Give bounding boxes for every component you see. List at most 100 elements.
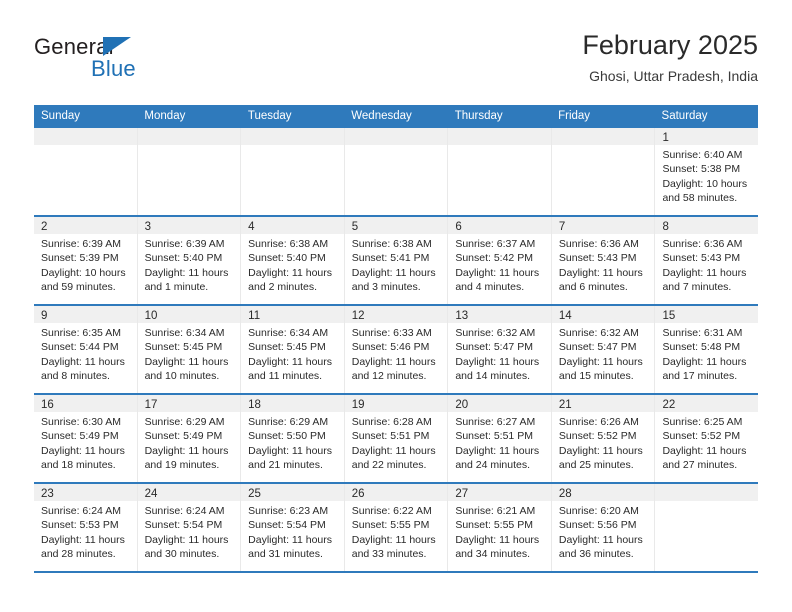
day-detail-line: Daylight: 11 hours <box>558 355 643 368</box>
day-details: Sunrise: 6:25 AM Sunset: 5:52 PM Daylight:… <box>655 412 758 472</box>
day-cell-3[interactable]: 3 Sunrise: 6:39 AM Sunset: 5:40 PM Daylight… <box>137 217 242 304</box>
day-detail-line: Daylight: 11 hours <box>351 355 436 368</box>
day-details <box>448 145 551 148</box>
day-number: 20 <box>455 399 469 411</box>
day-detail-line: and 7 minutes. <box>662 280 732 293</box>
day-details: Sunrise: 6:26 AM Sunset: 5:52 PM Daylight:… <box>552 412 655 472</box>
day-number: 1 <box>662 132 669 144</box>
day-cell-22[interactable]: 22 Sunrise: 6:25 AM Sunset: 5:52 PM Dayligh… <box>655 395 759 482</box>
day-detail-line: Daylight: 11 hours <box>144 444 229 457</box>
day-cell-7[interactable]: 7 Sunrise: 6:36 AM Sunset: 5:43 PM Daylight… <box>551 217 656 304</box>
day-cell-15[interactable]: 15 Sunrise: 6:31 AM Sunset: 5:48 PM Dayligh… <box>655 306 759 393</box>
day-details: Sunrise: 6:32 AM Sunset: 5:47 PM Daylight:… <box>552 323 655 383</box>
day-cell-9[interactable]: 9 Sunrise: 6:35 AM Sunset: 5:44 PM Daylight… <box>34 306 138 393</box>
day-details: Sunrise: 6:23 AM Sunset: 5:54 PM Daylight:… <box>241 501 344 561</box>
day-number-band: 19 <box>344 395 448 412</box>
day-detail-line: Sunset: 5:55 PM <box>455 519 533 532</box>
day-detail-line: Sunset: 5:42 PM <box>455 252 533 265</box>
day-cell-14[interactable]: 14 Sunrise: 6:32 AM Sunset: 5:47 PM Dayligh… <box>551 306 656 393</box>
day-details: Sunrise: 6:31 AM Sunset: 5:48 PM Daylight:… <box>655 323 758 383</box>
day-number: 19 <box>351 399 365 411</box>
day-details: Sunrise: 6:29 AM Sunset: 5:49 PM Daylight:… <box>138 412 241 472</box>
day-cell-empty <box>551 128 656 215</box>
day-number-band: 21 <box>551 395 655 412</box>
day-cell-1[interactable]: 1 Sunrise: 6:40 AM Sunset: 5:38 PM Daylight… <box>655 128 759 215</box>
day-cell-6[interactable]: 6 Sunrise: 6:37 AM Sunset: 5:42 PM Daylight… <box>448 217 552 304</box>
day-cell-23[interactable]: 23 Sunrise: 6:24 AM Sunset: 5:53 PM Dayligh… <box>34 484 138 571</box>
day-number: 2 <box>41 221 48 233</box>
day-detail-line: Sunset: 5:47 PM <box>455 341 533 354</box>
day-cell-27[interactable]: 27 Sunrise: 6:21 AM Sunset: 5:55 PM Dayligh… <box>448 484 552 571</box>
day-details: Sunrise: 6:32 AM Sunset: 5:47 PM Daylight:… <box>448 323 551 383</box>
day-number: 14 <box>558 310 572 322</box>
day-cell-19[interactable]: 19 Sunrise: 6:28 AM Sunset: 5:51 PM Dayligh… <box>344 395 449 482</box>
weekday-header-sunday: Sunday <box>41 110 81 122</box>
day-number-band: 12 <box>344 306 448 323</box>
day-detail-line: and 58 minutes. <box>662 191 738 204</box>
day-number-band: 24 <box>137 484 241 501</box>
day-detail-line: Sunset: 5:54 PM <box>248 519 326 532</box>
weekday-header-tuesday: Tuesday <box>247 110 292 122</box>
day-cell-8[interactable]: 8 Sunrise: 6:36 AM Sunset: 5:43 PM Daylight… <box>655 217 759 304</box>
day-cell-empty <box>137 128 242 215</box>
day-cell-2[interactable]: 2 Sunrise: 6:39 AM Sunset: 5:39 PM Daylight… <box>34 217 138 304</box>
day-number: 15 <box>662 310 676 322</box>
day-detail-line: Sunrise: 6:24 AM <box>41 505 121 517</box>
day-number-band: 18 <box>241 395 344 412</box>
day-cell-25[interactable]: 25 Sunrise: 6:23 AM Sunset: 5:54 PM Dayligh… <box>241 484 345 571</box>
day-cell-26[interactable]: 26 Sunrise: 6:22 AM Sunset: 5:55 PM Dayligh… <box>344 484 449 571</box>
day-cell-10[interactable]: 10 Sunrise: 6:34 AM Sunset: 5:45 PM Dayligh… <box>137 306 242 393</box>
day-cell-28[interactable]: 28 Sunrise: 6:20 AM Sunset: 5:56 PM Dayligh… <box>551 484 656 571</box>
day-detail-line: Sunrise: 6:29 AM <box>144 416 225 428</box>
day-cell-16[interactable]: 16 Sunrise: 6:30 AM Sunset: 5:49 PM Dayligh… <box>34 395 138 482</box>
day-cell-24[interactable]: 24 Sunrise: 6:24 AM Sunset: 5:54 PM Dayligh… <box>137 484 242 571</box>
day-cell-4[interactable]: 4 Sunrise: 6:38 AM Sunset: 5:40 PM Daylight… <box>241 217 345 304</box>
day-cell-21[interactable]: 21 Sunrise: 6:26 AM Sunset: 5:52 PM Dayligh… <box>551 395 656 482</box>
day-cell-11[interactable]: 11 Sunrise: 6:34 AM Sunset: 5:45 PM Dayligh… <box>241 306 345 393</box>
day-detail-line: Sunset: 5:54 PM <box>144 519 223 532</box>
day-cell-empty <box>655 484 759 571</box>
day-detail-line: and 33 minutes. <box>351 547 427 560</box>
day-number-band: 8 <box>655 217 759 234</box>
day-detail-line: Daylight: 11 hours <box>455 533 540 546</box>
calendar-page: General Blue February 2025 Ghosi, Uttar … <box>0 0 792 612</box>
day-number: 11 <box>248 310 261 322</box>
day-detail-line: Sunset: 5:40 PM <box>144 252 223 265</box>
day-number-band: 28 <box>551 484 655 501</box>
day-cell-18[interactable]: 18 Sunrise: 6:29 AM Sunset: 5:50 PM Dayligh… <box>241 395 345 482</box>
day-detail-line: Daylight: 11 hours <box>558 533 643 546</box>
day-detail-line: Daylight: 11 hours <box>144 266 229 279</box>
day-detail-line: Sunset: 5:49 PM <box>41 430 119 443</box>
day-detail-line: Daylight: 11 hours <box>351 533 436 546</box>
day-details <box>552 145 655 148</box>
day-details: Sunrise: 6:33 AM Sunset: 5:46 PM Daylight:… <box>345 323 448 383</box>
day-detail-line: Sunset: 5:52 PM <box>558 430 637 443</box>
generalblue-logo[interactable]: General Blue <box>34 34 164 86</box>
day-detail-line: and 6 minutes. <box>558 280 628 293</box>
day-detail-line: Sunset: 5:46 PM <box>351 341 430 354</box>
day-number: 21 <box>558 399 572 411</box>
day-cell-12[interactable]: 12 Sunrise: 6:33 AM Sunset: 5:46 PM Dayligh… <box>344 306 449 393</box>
day-details: Sunrise: 6:35 AM Sunset: 5:44 PM Daylight:… <box>34 323 137 383</box>
day-number-band: 13 <box>448 306 551 323</box>
day-cell-17[interactable]: 17 Sunrise: 6:29 AM Sunset: 5:49 PM Dayligh… <box>137 395 242 482</box>
day-detail-line: Sunrise: 6:34 AM <box>248 327 329 339</box>
day-details: Sunrise: 6:34 AM Sunset: 5:45 PM Daylight:… <box>138 323 241 383</box>
day-detail-line: Sunrise: 6:37 AM <box>455 238 536 250</box>
day-detail-line: Sunset: 5:38 PM <box>662 163 741 176</box>
day-detail-line: and 11 minutes. <box>248 369 323 382</box>
day-number: 13 <box>455 310 469 322</box>
day-cell-5[interactable]: 5 Sunrise: 6:38 AM Sunset: 5:41 PM Daylight… <box>344 217 449 304</box>
day-number: 23 <box>41 488 54 500</box>
day-detail-line: Sunrise: 6:34 AM <box>144 327 225 339</box>
day-cell-20[interactable]: 20 Sunrise: 6:27 AM Sunset: 5:51 PM Dayligh… <box>448 395 552 482</box>
day-details: Sunrise: 6:39 AM Sunset: 5:40 PM Daylight:… <box>138 234 241 294</box>
day-detail-line: and 2 minutes. <box>248 280 318 293</box>
day-detail-line: and 10 minutes. <box>144 369 220 382</box>
day-number: 8 <box>662 221 669 233</box>
day-number: 4 <box>248 221 255 233</box>
day-number-band: 22 <box>655 395 759 412</box>
day-cell-13[interactable]: 13 Sunrise: 6:32 AM Sunset: 5:47 PM Dayligh… <box>448 306 552 393</box>
day-detail-line: and 14 minutes. <box>455 369 531 382</box>
day-number-band: 1 <box>655 128 759 145</box>
